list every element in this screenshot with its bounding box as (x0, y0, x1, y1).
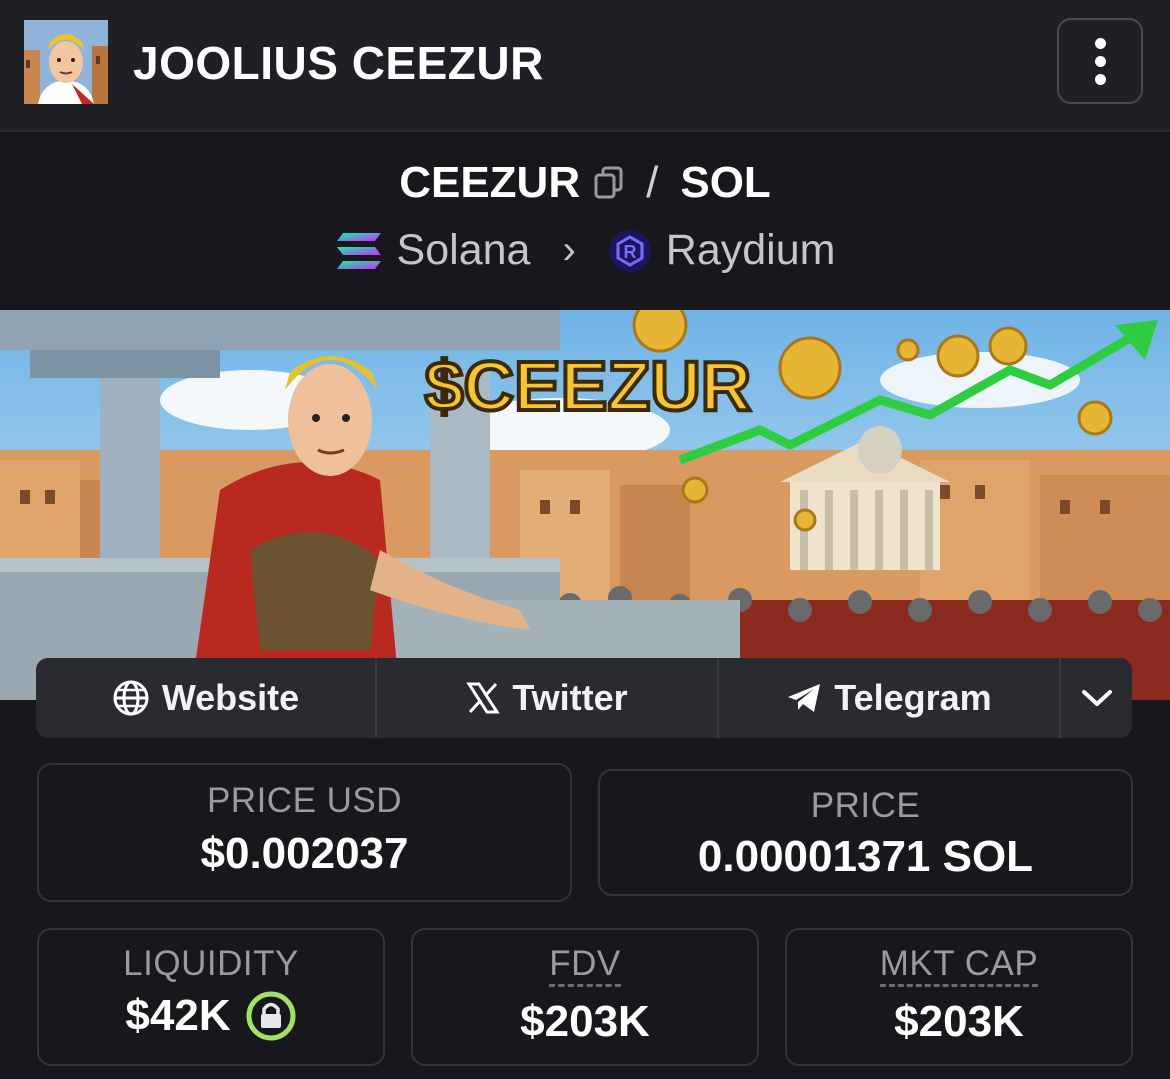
svg-text:R: R (623, 242, 636, 262)
telegram-label: Telegram (834, 677, 992, 718)
price-sol-label: PRICE (810, 786, 921, 825)
chain-breadcrumb: Solana › R Raydium (0, 226, 1170, 275)
liquidity-card: LIQUIDITY $42K (37, 928, 385, 1066)
price-sol-card: PRICE 0.00001371 SOL (598, 769, 1133, 896)
vertical-dots-icon (1094, 37, 1106, 49)
globe-icon (113, 680, 149, 716)
token-avatar (24, 20, 108, 104)
mktcap-value: $203K (894, 997, 1024, 1046)
solana-icon (336, 232, 381, 269)
price-usd-card: PRICE USD $0.002037 (37, 763, 572, 902)
base-symbol: CEEZUR (399, 158, 581, 207)
mktcap-label: MKT CAP (879, 944, 1039, 987)
x-logo-icon (466, 682, 501, 714)
liquidity-label: LIQUIDITY (123, 944, 299, 983)
price-sol-value: 0.00001371 SOL (697, 832, 1034, 881)
lock-icon[interactable] (245, 990, 297, 1042)
more-menu-button[interactable] (1057, 18, 1143, 104)
price-usd-label: PRICE USD (206, 781, 403, 820)
price-usd-value: $0.002037 (200, 829, 409, 878)
fdv-card[interactable]: FDV $203K (411, 928, 759, 1066)
chevron-down-icon (1081, 690, 1112, 706)
liquidity-value: $42K (125, 991, 231, 1040)
website-label: Website (161, 677, 300, 718)
raydium-icon: R (608, 229, 651, 272)
pair-section: CEEZUR / SOL Solana › R Raydium (0, 132, 1170, 310)
fdv-label: FDV (549, 944, 621, 987)
quote-symbol: SOL (680, 158, 771, 207)
token-name: JOOLIUS CEEZUR (133, 37, 544, 89)
pair-separator: / (646, 158, 659, 207)
banner-title: $CEEZUR (425, 347, 752, 425)
dex-name[interactable]: Raydium (666, 226, 836, 275)
token-banner-image: $CEEZUR (0, 310, 1170, 700)
twitter-label: Twitter (512, 677, 628, 718)
more-links-button[interactable] (1061, 658, 1132, 738)
chevron-right-icon: › (562, 228, 576, 272)
telegram-icon (788, 684, 821, 712)
copy-icon[interactable] (594, 166, 624, 200)
social-links-bar: Website Twitter Telegram (36, 658, 1132, 738)
fdv-value: $203K (520, 997, 650, 1046)
chain-name[interactable]: Solana (397, 226, 531, 275)
pair-title: CEEZUR / SOL (0, 158, 1170, 208)
twitter-button[interactable]: Twitter (377, 658, 719, 738)
top-header: JOOLIUS CEEZUR (0, 0, 1170, 132)
mktcap-card[interactable]: MKT CAP $203K (785, 928, 1133, 1066)
website-button[interactable]: Website (36, 658, 377, 738)
telegram-button[interactable]: Telegram (719, 658, 1061, 738)
